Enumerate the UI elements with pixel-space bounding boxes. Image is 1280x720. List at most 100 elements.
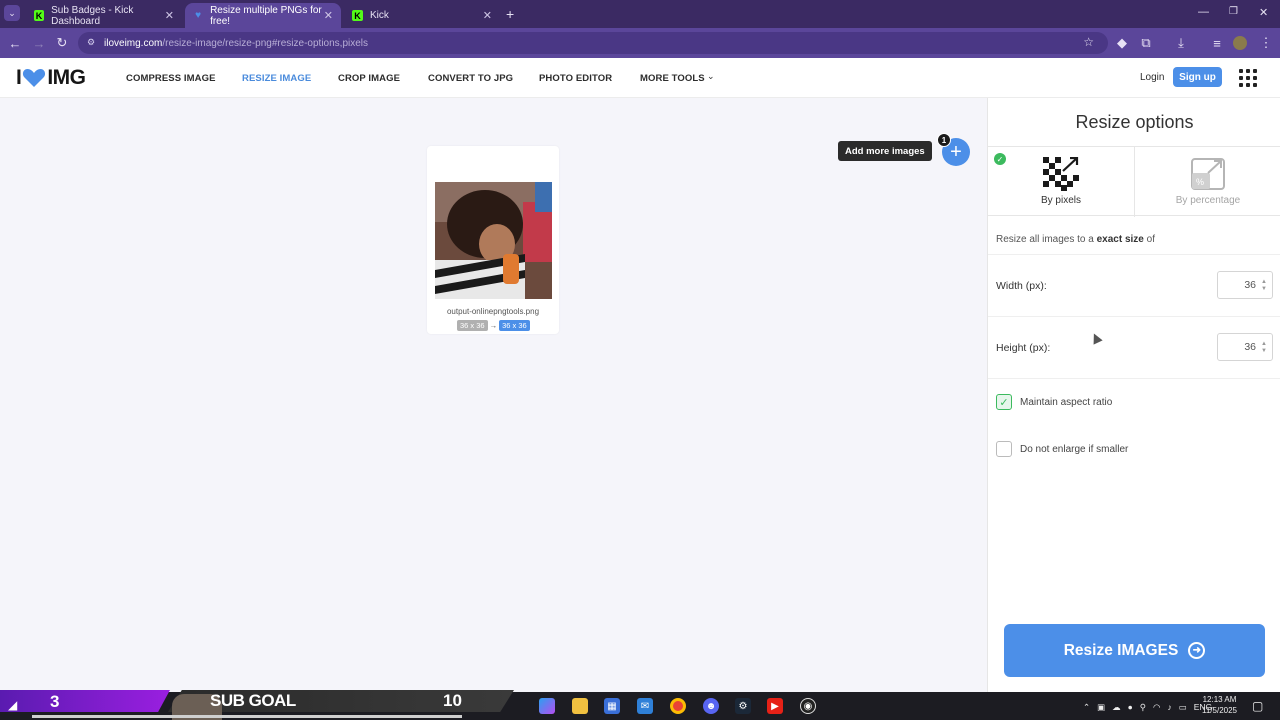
forward-icon[interactable]: → [30,34,48,52]
arrow-circle-right-icon: ➜ [1188,642,1206,659]
nav-compress-image[interactable]: COMPRESS IMAGE [126,73,216,84]
nav-crop-image[interactable]: CROP IMAGE [338,73,400,84]
original-size: 36 x 36 [457,320,488,331]
logo-text-img: IMG [47,66,86,89]
puzzle-extensions-icon[interactable]: ⧉ [1137,34,1155,52]
tray-cloud-icon[interactable]: ☁ [1112,702,1121,713]
signup-button[interactable]: Sign up [1173,67,1222,87]
chevron-down-icon[interactable]: ⌄ [707,71,715,82]
height-label: Height (px): [996,342,1051,354]
no-enlarge-label: Do not enlarge if smaller [1020,443,1129,455]
logo-text-i: I [16,66,22,89]
tab-search-icon[interactable]: ⌄ [4,5,20,21]
login-link[interactable]: Login [1140,72,1164,83]
mode-by-pixels[interactable]: ✓ By pixels [988,147,1134,217]
maintain-aspect-row[interactable]: ✓ Maintain aspect ratio [996,394,1112,410]
percentage-icon: % [1191,158,1225,190]
stepper-arrows-icon[interactable]: ▲ ▼ [1261,341,1267,355]
browser-tab-bar: ⌄ K Sub Badges - Kick Dashboard ✕ ♥ Resi… [0,0,1280,28]
heart-icon [23,69,46,87]
file-name: output-onlinepngtools.png [446,307,540,316]
iloveimg-heart-icon: ♥ [195,10,201,21]
no-enlarge-row[interactable]: Do not enlarge if smaller [996,441,1128,457]
clock-date: 11/5/2025 [1202,706,1237,715]
mail-icon[interactable]: ✉ [637,698,653,714]
desc-suffix: of [1143,234,1155,245]
tab-title: Sub Badges - Kick Dashboard [51,4,134,27]
tab-kick[interactable]: K Kick ✕ [344,3,500,28]
taskbar-clock[interactable]: 12:13 AM 11/5/2025 [1202,694,1237,716]
file-explorer-icon[interactable] [572,698,588,714]
maintain-aspect-checkbox[interactable]: ✓ [996,394,1012,410]
nav-more-tools[interactable]: MORE TOOLS [640,73,705,84]
reload-icon[interactable]: ↻ [53,34,71,52]
tray-chevron-icon[interactable]: ⌃ [1083,702,1090,713]
kick-icon: K [352,10,363,21]
youtube-icon[interactable]: ▶ [767,698,783,714]
extension-icon[interactable]: ◆ [1113,34,1131,52]
panel-title: Resize options [1075,112,1194,132]
goal-progress-line [32,715,462,718]
close-tab-icon[interactable]: ✕ [165,9,174,22]
image-card[interactable]: output-onlinepngtools.png 36 x 36 → 36 x… [427,146,559,334]
bookmark-star-icon[interactable]: ☆ [1083,35,1094,49]
nav-photo-editor[interactable]: PHOTO EDITOR [539,73,612,84]
store-icon[interactable]: ▦ [604,698,620,714]
height-value: 36 [1244,341,1256,353]
system-tray: ⌃ ▣ ☁ ● ⚲ ◠ ♪ ▭ ENG [1083,697,1212,717]
close-window-icon[interactable]: ✕ [1259,6,1268,19]
battery-icon[interactable]: ▭ [1179,702,1187,713]
resize-mode-tabs: ✓ By pixels % By percentage [988,146,1280,217]
sub-goal-target: 10 [443,691,462,710]
usb-icon[interactable]: ⚲ [1140,702,1146,713]
profile-avatar[interactable] [1233,36,1247,50]
chrome-icon[interactable] [670,698,686,714]
address-bar[interactable]: ⚙ iloveimg.com/resize-image/resize-png#r… [78,32,1108,54]
mode-by-percentage[interactable]: % By percentage [1134,147,1280,217]
browser-toolbar: ← → ↻ ⚙ iloveimg.com/resize-image/resize… [0,28,1280,58]
svg-text:%: % [1196,177,1204,187]
tab-kick-dashboard[interactable]: K Sub Badges - Kick Dashboard ✕ [26,3,182,28]
media-controls-icon[interactable]: ≡ [1208,34,1226,52]
iloveimg-logo[interactable]: I IMG [16,66,86,90]
volume-icon[interactable]: ♪ [1167,702,1171,712]
tab-resize-png[interactable]: ♥ Resize multiple PNGs for free! ✕ [185,3,341,28]
tab-title: Kick [370,10,389,21]
add-more-images-tooltip: Add more images [838,141,932,161]
nav-resize-image[interactable]: RESIZE IMAGE [242,73,311,84]
resize-options-panel: Resize options ✓ By pixels % By percenta… [987,98,1280,692]
notification-icon: ◢ [8,698,18,712]
microphone-icon[interactable]: ● [1128,702,1133,712]
workspace-area: output-onlinepngtools.png 36 x 36 → 36 x… [0,98,987,692]
restore-icon[interactable]: ❐ [1229,6,1238,17]
close-tab-icon[interactable]: ✕ [483,9,492,22]
steam-icon[interactable]: ⚙ [735,698,751,714]
height-input[interactable]: 36 ▲ ▼ [1217,333,1273,361]
width-input[interactable]: 36 ▲ ▼ [1217,271,1273,299]
sub-count-bar [0,690,170,712]
copilot-icon[interactable] [539,698,555,714]
height-row: Height (px): 36 ▲ ▼ [988,316,1280,378]
download-icon[interactable]: ⤓ [1172,34,1190,52]
width-value: 36 [1244,279,1256,291]
resize-images-button[interactable]: Resize IMAGES ➜ [1004,624,1265,677]
stepper-arrows-icon[interactable]: ▲ ▼ [1261,279,1267,293]
close-tab-icon[interactable]: ✕ [324,9,333,22]
sub-goal-overlay: 3 SUB GOAL 10 ◢ [0,690,520,720]
site-info-icon[interactable]: ⚙ [87,37,95,48]
width-row: Width (px): 36 ▲ ▼ [988,254,1280,316]
browser-menu-icon[interactable]: ⋮ [1257,34,1275,52]
minimize-icon[interactable]: — [1198,6,1209,18]
notifications-icon[interactable]: ▢ [1252,699,1263,713]
discord-icon[interactable]: ☻ [703,698,719,714]
desc-bold: exact size [1096,234,1144,245]
no-enlarge-checkbox[interactable] [996,441,1012,457]
url-host: iloveimg.com [104,37,163,49]
new-tab-button[interactable]: + [506,6,514,22]
wifi-icon[interactable]: ◠ [1153,702,1160,713]
tray-app-icon[interactable]: ▣ [1097,702,1105,713]
apps-grid-icon[interactable] [1239,69,1257,87]
back-icon[interactable]: ← [6,34,24,52]
obs-icon[interactable]: ◉ [800,698,816,714]
nav-convert-to-jpg[interactable]: CONVERT TO JPG [428,73,513,84]
